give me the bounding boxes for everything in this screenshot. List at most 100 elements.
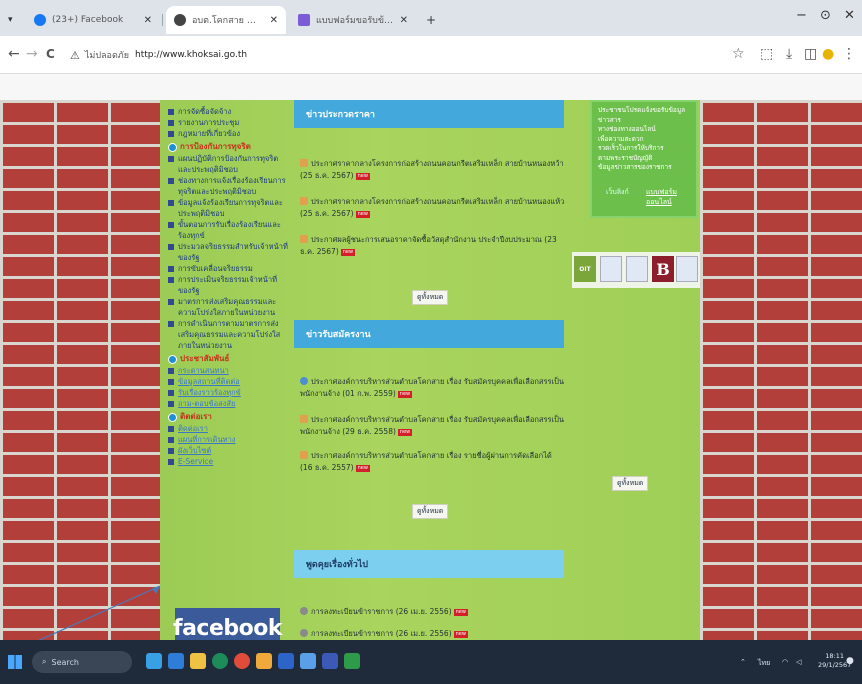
sidebar-item[interactable]: รายงานการประชุม bbox=[168, 117, 290, 128]
warning-icon: ⚠ bbox=[70, 48, 80, 62]
minimize-button[interactable]: − bbox=[796, 8, 807, 23]
app-icon[interactable] bbox=[322, 653, 338, 669]
sidepanel-icon[interactable]: ◫ bbox=[804, 46, 817, 62]
widgets-icon[interactable] bbox=[146, 653, 162, 669]
new-badge: new bbox=[355, 173, 370, 180]
tab-list-button[interactable]: ▾ bbox=[4, 6, 24, 34]
app-icon[interactable] bbox=[344, 653, 360, 669]
news-item[interactable]: การลงทะเบียนข้าราชการ (26 เม.ย. 2556) new bbox=[300, 628, 565, 640]
browser-tabbar: ▾ (23+) Facebook ✕ อบต.โคกสาย อำเภอ.จ.ชั… bbox=[0, 0, 862, 36]
news-item[interactable]: ประกาศองค์การบริหารส่วนตำบลโคกสาย เรื่อง… bbox=[300, 450, 565, 474]
broken-image-icon[interactable] bbox=[676, 256, 698, 282]
close-icon[interactable]: ✕ bbox=[144, 15, 152, 26]
sidebar-section-heading: ประชาสัมพันธ์ bbox=[168, 353, 290, 365]
url-text[interactable]: http://www.khoksai.go.th bbox=[135, 50, 247, 60]
section-bullet-icon bbox=[168, 413, 177, 422]
sidebar-link[interactable]: แผนที่การเดินทาง bbox=[168, 434, 290, 445]
pin-icon bbox=[300, 451, 308, 459]
sidebar-item[interactable]: มาตรการส่งเสริมคุณธรรมและความโปร่งใสภายใ… bbox=[168, 296, 290, 318]
edge-icon[interactable] bbox=[212, 653, 228, 669]
task-view-icon[interactable] bbox=[168, 653, 184, 669]
form-site-icon bbox=[298, 14, 310, 26]
sidebar-item[interactable]: การขับเคลื่อนจริยธรรม bbox=[168, 263, 290, 274]
sidebar-link[interactable]: ติดต่อเรา bbox=[168, 423, 290, 434]
tab-khoksai[interactable]: อบต.โคกสาย อำเภอ.จ.ชัยเดช - ✕ bbox=[166, 6, 286, 34]
sidebar-item[interactable]: การประเมินจริยธรรมเจ้าหน้าที่ของรัฐ bbox=[168, 274, 290, 296]
broken-image-icon[interactable] bbox=[626, 256, 648, 282]
tab-form[interactable]: แบบฟอร์มขอรับข้อมูลข่าวสาร ✕ bbox=[290, 6, 416, 34]
taskbar-search[interactable]: ⌕ Search bbox=[32, 651, 132, 673]
screen: ▾ (23+) Facebook ✕ อบต.โคกสาย อำเภอ.จ.ชั… bbox=[0, 0, 862, 684]
browser-toolbar: ← → C ⚠ ไม่ปลอดภัย http://www.khoksai.go… bbox=[0, 36, 862, 74]
facebook-banner[interactable]: facebook bbox=[173, 608, 283, 640]
maximize-button[interactable]: ⊙ bbox=[820, 8, 831, 23]
app-icon[interactable] bbox=[256, 653, 272, 669]
brick-background-left bbox=[0, 100, 160, 640]
sidebar-link[interactable]: รับเรื่องราวร้องทุกข์ bbox=[168, 387, 290, 398]
news-item[interactable]: ประกาศราคากลางโครงการก่อสร้างถนนคอนกรีตเ… bbox=[300, 158, 565, 182]
tray-chevron-icon[interactable]: ⌃ bbox=[740, 658, 746, 666]
sidebar-item[interactable]: การดำเนินการตามมาตรการส่งเสริมคุณธรรมและ… bbox=[168, 318, 290, 351]
pin-icon bbox=[300, 415, 308, 423]
sidebar: การจัดซื้อจัดจ้าง รายงานการประชุม กฎหมาย… bbox=[168, 106, 290, 467]
download-icon[interactable]: ⤓ bbox=[786, 46, 792, 62]
sidebar-item[interactable]: การจัดซื้อจัดจ้าง bbox=[168, 106, 290, 117]
sidebar-link[interactable]: ถาม-ตอบข้อสงสัย bbox=[168, 398, 290, 409]
reload-icon[interactable]: C bbox=[46, 47, 55, 61]
sidebar-item[interactable]: ข้อมูลแจ้งร้องเรียนการทุจริตและประพฤติมิ… bbox=[168, 197, 290, 219]
windows-start-icon[interactable] bbox=[8, 655, 22, 669]
news-item[interactable]: ประกาศผลผู้ชนะการเสนอราคาจัดซื้อวัสดุสำน… bbox=[300, 234, 565, 258]
b-logo[interactable]: B bbox=[652, 256, 674, 282]
new-badge: new bbox=[340, 249, 356, 256]
profile-icon[interactable]: ● bbox=[822, 46, 834, 62]
news-item[interactable]: ประกาศองค์การบริหารส่วนตำบลโคกสาย เรื่อง… bbox=[300, 376, 565, 400]
menu-icon[interactable]: ⋮ bbox=[842, 46, 856, 62]
address-bar[interactable]: ⚠ ไม่ปลอดภัย http://www.khoksai.go.th bbox=[70, 44, 710, 66]
oit-logo[interactable]: OIT bbox=[574, 256, 596, 282]
sidebar-link[interactable]: กระดานสนทนา bbox=[168, 365, 290, 376]
file-explorer-icon[interactable] bbox=[190, 653, 206, 669]
promo-link[interactable]: เว็บลิงก์ bbox=[606, 188, 629, 198]
sidebar-link[interactable]: ผังเว็บไซต์ bbox=[168, 445, 290, 456]
sidebar-link[interactable]: ข้อมูลสถานที่ติดต่อ bbox=[168, 376, 290, 387]
extension-icon[interactable]: ⬚ bbox=[760, 46, 773, 62]
chat-icon bbox=[300, 607, 308, 615]
view-all-button[interactable]: ดูทั้งหมด bbox=[412, 290, 449, 305]
close-window-button[interactable]: ✕ bbox=[844, 8, 855, 23]
volume-icon[interactable]: ◁ bbox=[796, 658, 801, 666]
language-indicator[interactable]: ไทย bbox=[758, 658, 770, 669]
wifi-icon[interactable]: ◠ bbox=[782, 658, 788, 666]
view-all-button[interactable]: ดูทั้งหมด bbox=[412, 504, 449, 519]
pin-icon bbox=[300, 377, 308, 385]
sidebar-item[interactable]: แผนปฏิบัติการป้องกันการทุจริตและประพฤติม… bbox=[168, 153, 290, 175]
view-all-button[interactable]: ดูทั้งหมด bbox=[612, 476, 649, 491]
new-badge: new bbox=[453, 609, 468, 616]
back-icon[interactable]: ← bbox=[8, 46, 20, 62]
security-label[interactable]: ไม่ปลอดภัย bbox=[85, 48, 129, 62]
sidebar-item[interactable]: ประมวลจริยธรรมสำหรับเจ้าหน้าที่ของรัฐ bbox=[168, 241, 290, 263]
news-item[interactable]: ประกาศราคากลางโครงการก่อสร้างถนนคอนกรีตเ… bbox=[300, 196, 565, 220]
broken-image-icon[interactable] bbox=[600, 256, 622, 282]
notification-icon[interactable]: ● bbox=[846, 656, 854, 666]
sidebar-link-eservice[interactable]: E-Service bbox=[168, 456, 290, 467]
close-icon[interactable]: ✕ bbox=[270, 15, 278, 26]
online-form-button[interactable]: แบบฟอร์มออนไลน์ bbox=[646, 188, 696, 207]
bookmark-star-icon[interactable]: ☆ bbox=[732, 46, 745, 62]
sidebar-item[interactable]: ช่องทางการแจ้งเรื่องร้องเรียนการทุจริตแล… bbox=[168, 175, 290, 197]
sidebar-item[interactable]: ขั้นตอนการรับเรื่องร้องเรียนและร้องทุกข์ bbox=[168, 219, 290, 241]
news-item[interactable]: ประกาศองค์การบริหารส่วนตำบลโคกสาย เรื่อง… bbox=[300, 414, 565, 438]
promo-text: ประชาชนโปรดแจ้งขอรับข้อมูลข่าวสาร ทางช่อ… bbox=[598, 106, 686, 171]
news-item[interactable]: การลงทะเบียนข้าราชการ (26 เม.ย. 2556) new bbox=[300, 606, 565, 618]
app-icon[interactable] bbox=[278, 653, 294, 669]
chrome-icon[interactable] bbox=[234, 653, 250, 669]
close-icon[interactable]: ✕ bbox=[400, 15, 408, 26]
sidebar-item[interactable]: กฎหมายที่เกี่ยวข้อง bbox=[168, 128, 290, 139]
app-icon[interactable] bbox=[300, 653, 316, 669]
section-heading: พูดคุยเรื่องทั่วไป bbox=[294, 550, 564, 578]
new-tab-button[interactable]: + bbox=[418, 6, 442, 34]
new-badge: new bbox=[397, 429, 413, 436]
new-badge: new bbox=[355, 211, 370, 218]
tab-facebook[interactable]: (23+) Facebook ✕ bbox=[26, 6, 160, 34]
pin-icon bbox=[300, 197, 308, 205]
forward-icon[interactable]: → bbox=[26, 46, 38, 62]
